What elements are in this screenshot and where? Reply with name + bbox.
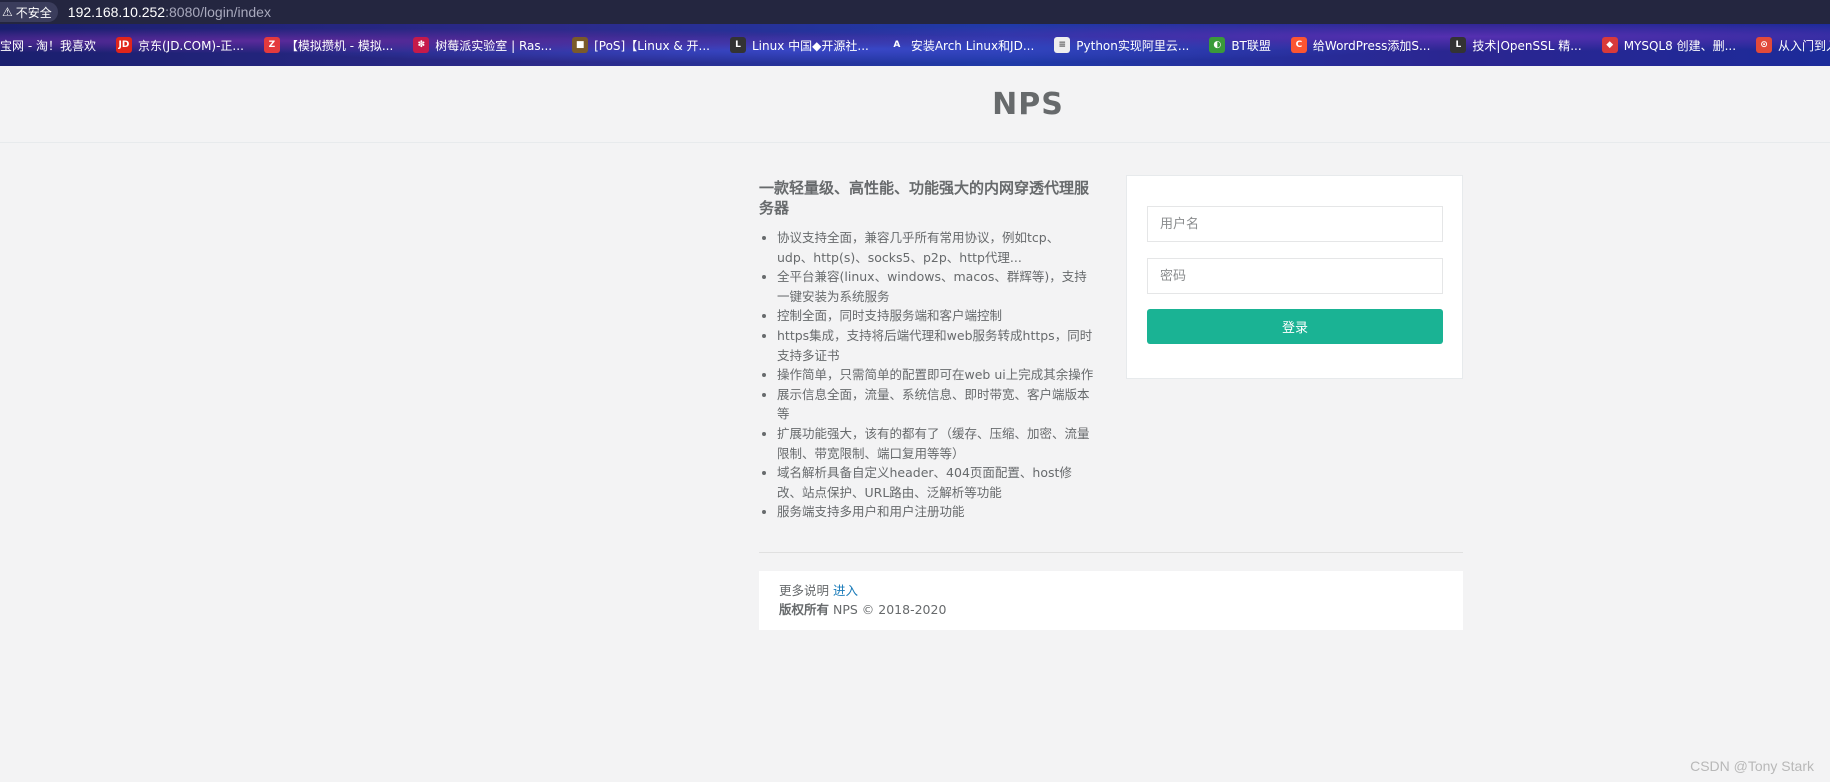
login-button[interactable]: 登录 — [1147, 309, 1443, 344]
aliyun-icon: ≡ — [1054, 37, 1071, 53]
feature-item: 扩展功能强大，该有的都有了（缓存、压缩、加密、流量限制、带宽限制、端口复用等等） — [777, 424, 1095, 463]
raspberry-icon: ✽ — [413, 37, 430, 53]
bookmark-label: BT联盟 — [1231, 38, 1271, 53]
feature-item: 协议支持全面，兼容几乎所有常用协议，例如tcp、udp、http(s)、sock… — [777, 228, 1095, 267]
bookmark-item[interactable]: C 给WordPress添加S... — [1290, 37, 1431, 54]
bookmark-item[interactable]: JD 京东(JD.COM)-正... — [115, 37, 244, 54]
bookmark-item[interactable]: ✽ 树莓派实验室 | Ras... — [413, 37, 552, 54]
linux-china-icon: L — [730, 37, 746, 53]
url-text[interactable]: 192.168.10.252:8080/login/index — [68, 4, 271, 20]
feature-item: 控制全面，同时支持服务端和客户端控制 — [777, 306, 1095, 326]
url-path: :8080/login/index — [165, 4, 271, 20]
page-title: NPS — [992, 86, 1064, 122]
bookmark-label: 从入门到入坟搭 — [1778, 38, 1830, 53]
address-bar[interactable]: ⚠ 不安全 192.168.10.252:8080/login/index — [0, 0, 1830, 24]
intro-section: 一款轻量级、高性能、功能强大的内网穿透代理服务器 协议支持全面，兼容几乎所有常用… — [759, 178, 1095, 522]
intro-heading: 一款轻量级、高性能、功能强大的内网穿透代理服务器 — [759, 179, 1090, 217]
feature-item: 服务端支持多用户和用户注册功能 — [777, 502, 1095, 522]
username-input[interactable] — [1147, 206, 1443, 242]
footer-more-line: 更多说明 进入 — [779, 581, 1443, 600]
bookmark-item[interactable]: A 安装Arch Linux和JD... — [889, 37, 1034, 54]
jd-icon: JD — [115, 37, 132, 53]
linux-china-icon-2: L — [1450, 37, 1467, 53]
bookmark-label: [PoS]【Linux & 开... — [594, 38, 710, 53]
bookmark-item[interactable]: L Linux 中国◆开源社... — [730, 37, 869, 54]
red-circle-icon: ⊙ — [1756, 37, 1773, 53]
bookmark-item[interactable]: ◐ BT联盟 — [1209, 37, 1271, 54]
bookmark-label: Python实现阿里云... — [1076, 38, 1190, 53]
warning-icon: ⚠ — [2, 5, 13, 19]
bookmark-label: Linux 中国◆开源社... — [752, 38, 869, 53]
bookmark-item[interactable]: ⊙ 从入门到入坟搭 — [1756, 37, 1830, 54]
pos-icon: ■ — [572, 37, 589, 53]
page-header: NPS — [0, 66, 1830, 143]
security-label: 不安全 — [15, 5, 52, 20]
bookmark-label: MYSQL8 创建、删... — [1623, 38, 1737, 53]
mysql-icon: ◆ — [1601, 37, 1618, 53]
divider — [759, 552, 1463, 553]
bookmark-item[interactable]: L 技术|OpenSSL 精... — [1450, 37, 1582, 54]
footer: 更多说明 进入 版权所有 NPS © 2018-2020 — [759, 571, 1463, 630]
security-indicator[interactable]: ⚠ 不安全 — [0, 2, 58, 22]
bookmarks-bar: 宝网 - 淘！我喜欢 JD 京东(JD.COM)-正... Z 【模拟攒机 - 模拟..… — [0, 24, 1830, 66]
feature-item: 域名解析具备自定义header、404页面配置、host修改、站点保护、URL路… — [777, 463, 1095, 502]
password-input[interactable] — [1147, 258, 1443, 294]
arch-icon: A — [893, 40, 901, 50]
zol-icon: Z — [263, 37, 280, 53]
bookmark-item[interactable]: 宝网 - 淘！我喜欢 — [0, 37, 96, 54]
bookmark-item[interactable]: ≡ Python实现阿里云... — [1054, 37, 1189, 54]
footer-copyright-label: 版权所有 — [779, 602, 830, 617]
feature-list: 协议支持全面，兼容几乎所有常用协议，例如tcp、udp、http(s)、sock… — [759, 228, 1095, 522]
bookmark-label: 京东(JD.COM)-正... — [137, 38, 244, 53]
bookmark-item[interactable]: ◆ MYSQL8 创建、删... — [1601, 37, 1737, 54]
feature-item: 展示信息全面，流量、系统信息、即时带宽、客户端版本等 — [777, 385, 1095, 424]
bookmark-item[interactable]: ■ [PoS]【Linux & 开... — [572, 37, 710, 54]
feature-item: 全平台兼容(linux、windows、macos、群辉等)，支持一键安装为系统… — [777, 267, 1095, 306]
login-form: 登录 — [1126, 175, 1463, 379]
bookmark-label: 给WordPress添加S... — [1312, 38, 1431, 53]
feature-item: https集成，支持将后端代理和web服务转成https，同时支持多证书 — [777, 326, 1095, 365]
footer-more-link[interactable]: 进入 — [833, 583, 858, 598]
bookmark-label: 安装Arch Linux和JD... — [910, 38, 1035, 53]
bookmark-label: 树莓派实验室 | Ras... — [435, 38, 553, 53]
footer-more-text: 更多说明 — [779, 583, 830, 598]
csdn-icon: C — [1290, 37, 1307, 53]
bookmark-item[interactable]: Z 【模拟攒机 - 模拟... — [263, 37, 394, 54]
watermark: CSDN @Tony Stark — [1690, 758, 1814, 774]
feature-item: 操作简单，只需简单的配置即可在web ui上完成其余操作 — [777, 365, 1095, 385]
bookmark-label: 【模拟攒机 - 模拟... — [285, 38, 394, 53]
bt-icon: ◐ — [1209, 37, 1226, 53]
bookmark-label: 宝网 - 淘！我喜欢 — [0, 38, 96, 53]
bookmark-label: 技术|OpenSSL 精... — [1472, 38, 1582, 53]
footer-copyright-text: NPS © 2018-2020 — [833, 602, 947, 617]
footer-copyright-line: 版权所有 NPS © 2018-2020 — [779, 600, 1443, 619]
url-host: 192.168.10.252 — [67, 4, 166, 20]
